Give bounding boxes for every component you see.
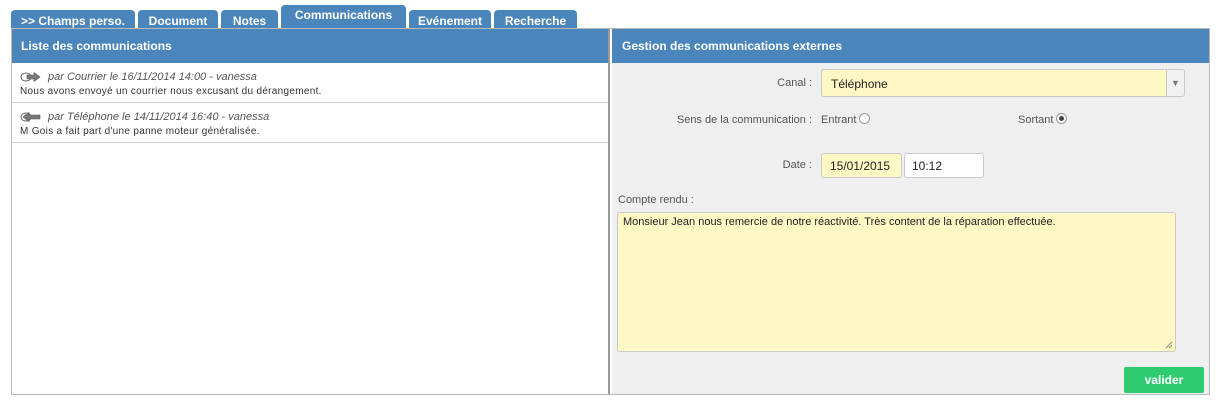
canal-select[interactable]: Téléphone ▼: [821, 69, 1185, 97]
compte-rendu-textarea[interactable]: Monsieur Jean nous remercie de notre réa…: [617, 212, 1176, 352]
compte-rendu-label: Compte rendu :: [618, 194, 694, 206]
tab-bar: >> Champs perso. Document Notes Communic…: [11, 5, 1211, 34]
canal-selected-value: Téléphone: [831, 77, 888, 91]
radio-entrant-label: Entrant: [821, 114, 857, 126]
tab-label: >> Champs perso.: [20, 14, 126, 28]
date-label: Date :: [782, 159, 812, 171]
communication-meta: par Téléphone le 14/11/2014 16:40 - vane…: [48, 111, 270, 123]
radio-entrant[interactable]: [859, 112, 871, 124]
sens-label: Sens de la communication :: [676, 114, 812, 126]
communication-text: Nous avons envoyé un courrier nous excus…: [20, 86, 322, 97]
communications-list-title: Liste des communications: [12, 29, 608, 63]
list-item[interactable]: par Courrier le 16/11/2014 14:00 - vanes…: [12, 63, 608, 103]
compte-rendu-text: Monsieur Jean nous remercie de notre réa…: [623, 216, 1056, 228]
tab-label: Notes: [232, 14, 267, 28]
arrow-in-icon: [20, 111, 41, 123]
communication-form-title: Gestion des communications externes: [612, 29, 1209, 63]
list-item[interactable]: par Téléphone le 14/11/2014 16:40 - vane…: [12, 103, 608, 143]
tab-label: Recherche: [504, 14, 567, 28]
arrow-out-icon: [20, 71, 41, 83]
date-input[interactable]: 15/01/2015: [821, 153, 902, 178]
content-frame: Liste des communications par Courrier le…: [11, 28, 1210, 395]
valider-button[interactable]: valider: [1124, 367, 1204, 393]
communication-form-panel: Gestion des communications externes Cana…: [612, 29, 1209, 394]
radio-sortant-label: Sortant: [1018, 114, 1054, 126]
chevron-down-icon[interactable]: ▼: [1166, 70, 1184, 96]
time-input[interactable]: 10:12: [904, 153, 984, 178]
tab-label: Communications: [294, 8, 393, 22]
communications-list-panel: Liste des communications par Courrier le…: [12, 29, 610, 394]
communication-meta: par Courrier le 16/11/2014 14:00 - vanes…: [48, 71, 257, 83]
radio-sortant-group[interactable]: Sortant: [1018, 112, 1068, 126]
tab-label: Evénement: [417, 14, 483, 28]
radio-entrant-group[interactable]: Entrant: [821, 112, 871, 126]
resize-grip-icon[interactable]: [1165, 341, 1173, 349]
radio-sortant[interactable]: [1056, 112, 1068, 124]
tab-label: Document: [148, 14, 208, 28]
canal-label: Canal :: [777, 77, 812, 89]
communication-text: M Gois a fait part d'une panne moteur gé…: [20, 126, 260, 137]
